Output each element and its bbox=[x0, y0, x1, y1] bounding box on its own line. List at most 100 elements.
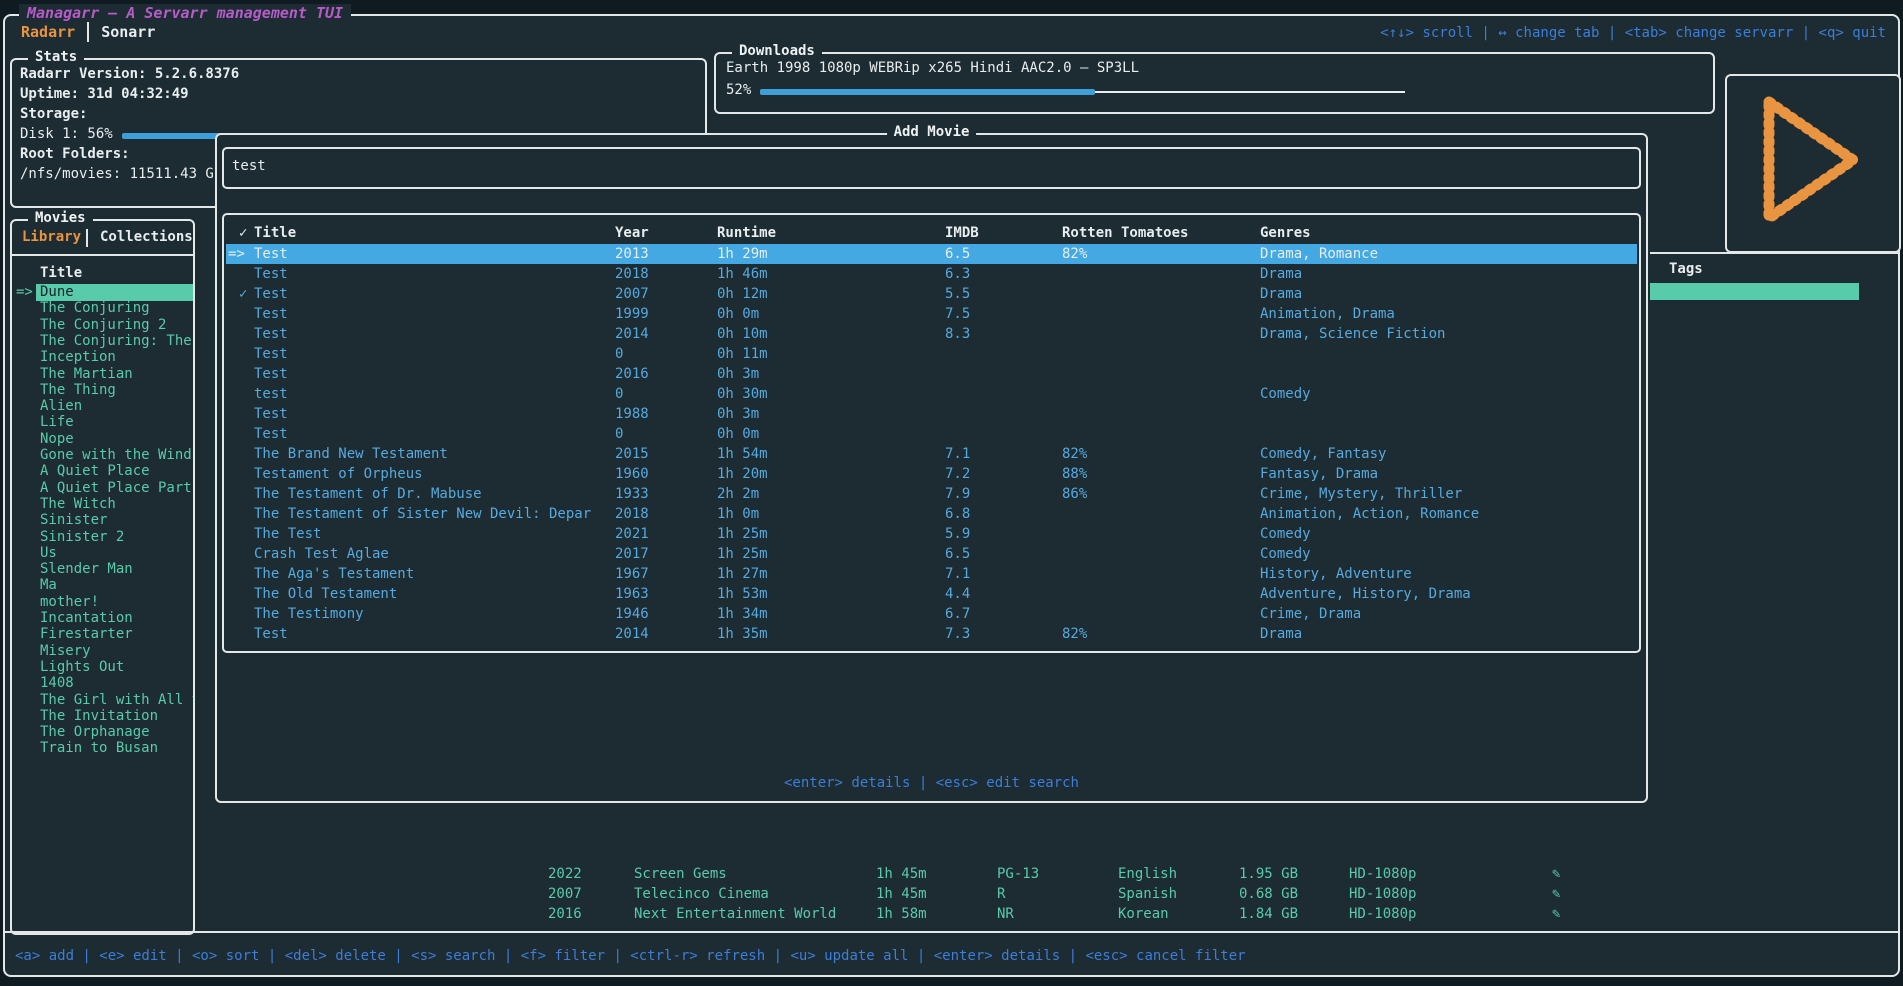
result-imdb: 6.5 bbox=[945, 544, 970, 564]
result-title: Test bbox=[254, 344, 288, 364]
movie-list-item[interactable]: A Quiet Place bbox=[12, 463, 193, 480]
search-result-row[interactable]: The Test20211h 25m5.9Comedy bbox=[226, 524, 1637, 544]
search-result-row[interactable]: Test00h 0m bbox=[226, 424, 1637, 444]
result-title: The Aga's Testament bbox=[254, 564, 414, 584]
library-size: 0.68 GB bbox=[1239, 884, 1298, 904]
result-genres: Drama, Science Fiction bbox=[1260, 324, 1445, 344]
search-result-row[interactable]: test00h 30mComedy bbox=[226, 384, 1637, 404]
movie-list-item[interactable]: A Quiet Place Part II bbox=[12, 480, 193, 497]
search-result-row[interactable]: The Testament of Dr. Mabuse19332h 2m7.98… bbox=[226, 484, 1637, 504]
result-title: Test bbox=[254, 364, 288, 384]
result-year: 0 bbox=[615, 424, 623, 444]
tab-library[interactable]: Library bbox=[22, 229, 81, 245]
result-imdb: 6.3 bbox=[945, 264, 970, 284]
search-result-row[interactable]: The Brand New Testament20151h 54m7.182%C… bbox=[226, 444, 1637, 464]
movie-list-item[interactable]: Lights Out bbox=[12, 659, 193, 676]
search-result-row[interactable]: Test20141h 35m7.382%Drama bbox=[226, 624, 1637, 644]
movie-list-item[interactable]: The Orphanage bbox=[12, 724, 193, 741]
movie-list-item[interactable]: Firestarter bbox=[12, 626, 193, 643]
result-runtime: 1h 46m bbox=[717, 264, 768, 284]
stats-storage-label: Storage: bbox=[20, 106, 87, 122]
movie-list-item[interactable]: The Conjuring: The De bbox=[12, 333, 193, 350]
search-result-row[interactable]: =>Test20131h 29m6.582%Drama, Romance bbox=[226, 244, 1637, 264]
add-movie-modal-title: Add Movie bbox=[887, 124, 977, 140]
search-results-table: ✓ Title Year Runtime IMDB Rotten Tomatoe… bbox=[222, 213, 1641, 653]
tab-collections[interactable]: Collections bbox=[100, 229, 193, 245]
movie-list-item[interactable]: Gone with the Wind bbox=[12, 447, 193, 464]
movie-search-input[interactable]: test bbox=[222, 147, 1641, 189]
movie-list-item[interactable]: Alien bbox=[12, 398, 193, 415]
col-genres: Genres bbox=[1260, 223, 1311, 243]
movie-list-item[interactable]: Incantation bbox=[12, 610, 193, 627]
stats-disk-label: Disk 1: 56% bbox=[20, 126, 113, 142]
col-imdb: IMDB bbox=[945, 223, 979, 243]
movie-list-item[interactable]: Ma bbox=[12, 577, 193, 594]
result-genres: Comedy bbox=[1260, 524, 1311, 544]
tab-radarr[interactable]: Radarr bbox=[21, 23, 75, 41]
movie-title: Lights Out bbox=[40, 659, 124, 676]
downloads-panel-title: Downloads bbox=[732, 43, 822, 59]
result-runtime: 1h 54m bbox=[717, 444, 768, 464]
library-quality-profile: HD-1080p bbox=[1349, 884, 1416, 904]
library-size: 1.84 GB bbox=[1239, 904, 1298, 924]
download-item[interactable]: Earth 1998 1080p WEBRip x265 Hindi AAC2.… bbox=[726, 60, 1139, 76]
result-year: 2018 bbox=[615, 504, 649, 524]
movie-title: The Orphanage bbox=[40, 724, 150, 741]
search-result-row[interactable]: Test19990h 0m7.5Animation, Drama bbox=[226, 304, 1637, 324]
modal-keybind-hints: <enter> details | <esc> edit search bbox=[217, 775, 1646, 791]
result-imdb: 7.3 bbox=[945, 624, 970, 644]
result-runtime: 0h 10m bbox=[717, 324, 768, 344]
stats-panel-title: Stats bbox=[28, 49, 84, 65]
library-language: Korean bbox=[1118, 904, 1169, 924]
library-language: Spanish bbox=[1118, 884, 1177, 904]
search-result-row[interactable]: Test19880h 3m bbox=[226, 404, 1637, 424]
search-result-row[interactable]: ✓Test20070h 12m5.5Drama bbox=[226, 284, 1637, 304]
movie-title: The Conjuring bbox=[40, 300, 150, 317]
movie-title: Alien bbox=[40, 398, 82, 415]
movie-list-item[interactable]: The Witch bbox=[12, 496, 193, 513]
movie-list-item[interactable]: The Girl with All the bbox=[12, 692, 193, 709]
result-year: 1999 bbox=[615, 304, 649, 324]
movie-title: The Witch bbox=[40, 496, 116, 513]
search-result-row[interactable]: The Testament of Sister New Devil: Depar… bbox=[226, 504, 1637, 524]
result-title: Test bbox=[254, 324, 288, 344]
movie-list-item[interactable]: Train to Busan bbox=[12, 740, 193, 757]
result-rotten-tomatoes: 86% bbox=[1062, 484, 1087, 504]
movie-list-item[interactable]: Life bbox=[12, 414, 193, 431]
search-result-row[interactable]: Test20160h 3m bbox=[226, 364, 1637, 384]
library-table-row[interactable]: 2022Screen Gems1h 45mPG-13English1.95 GB… bbox=[5, 864, 1898, 884]
search-result-row[interactable]: Crash Test Aglae20171h 25m6.5Comedy bbox=[226, 544, 1637, 564]
movie-list-item[interactable]: =>Dune bbox=[12, 284, 193, 301]
search-result-row[interactable]: Test20181h 46m6.3Drama bbox=[226, 264, 1637, 284]
search-result-row[interactable]: The Old Testament19631h 53m4.4Adventure,… bbox=[226, 584, 1637, 604]
movie-list-item[interactable]: The Conjuring 2 bbox=[12, 317, 193, 334]
movie-list-item[interactable]: mother! bbox=[12, 594, 193, 611]
movie-list-item[interactable]: Sinister bbox=[12, 512, 193, 529]
movie-list-item[interactable]: Nope bbox=[12, 431, 193, 448]
movie-list-item[interactable]: The Martian bbox=[12, 366, 193, 383]
result-imdb: 4.4 bbox=[945, 584, 970, 604]
movie-list-item[interactable]: 1408 bbox=[12, 675, 193, 692]
movie-title: Us bbox=[40, 545, 57, 562]
movie-list-item[interactable]: The Thing bbox=[12, 382, 193, 399]
movie-list-item[interactable]: The Invitation bbox=[12, 708, 193, 725]
tab-separator bbox=[87, 22, 89, 42]
library-table-row[interactable]: 2007Telecinco Cinema1h 45mRSpanish0.68 G… bbox=[5, 884, 1898, 904]
search-result-row[interactable]: Test20140h 10m8.3Drama, Science Fiction bbox=[226, 324, 1637, 344]
download-progress-remainder bbox=[1095, 91, 1405, 93]
library-table-row[interactable]: 2016Next Entertainment World1h 58mNRKore… bbox=[5, 904, 1898, 924]
managarr-screen: Managarr – A Servarr management TUI Rada… bbox=[0, 0, 1903, 986]
movie-list[interactable]: =>DuneThe ConjuringThe Conjuring 2The Co… bbox=[12, 284, 193, 932]
movie-list-item[interactable]: Sinister 2 bbox=[12, 529, 193, 546]
search-result-row[interactable]: The Testimony19461h 34m6.7Crime, Drama bbox=[226, 604, 1637, 624]
search-result-row[interactable]: Test00h 11m bbox=[226, 344, 1637, 364]
tab-sonarr[interactable]: Sonarr bbox=[101, 23, 155, 41]
result-year: 1933 bbox=[615, 484, 649, 504]
search-result-row[interactable]: Testament of Orpheus19601h 20m7.288%Fant… bbox=[226, 464, 1637, 484]
movie-list-item[interactable]: Us bbox=[12, 545, 193, 562]
movie-list-item[interactable]: The Conjuring bbox=[12, 300, 193, 317]
movie-list-item[interactable]: Slender Man bbox=[12, 561, 193, 578]
search-result-row[interactable]: The Aga's Testament19671h 27m7.1History,… bbox=[226, 564, 1637, 584]
movie-list-item[interactable]: Misery bbox=[12, 643, 193, 660]
movie-list-item[interactable]: Inception bbox=[12, 349, 193, 366]
